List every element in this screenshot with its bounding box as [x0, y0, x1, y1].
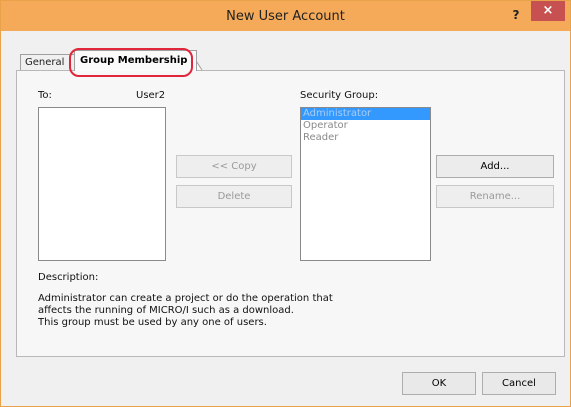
- security-group-item[interactable]: Operator: [301, 120, 430, 132]
- description-heading: Description:: [38, 272, 99, 283]
- copy-button[interactable]: << Copy: [176, 155, 292, 178]
- security-group-listbox[interactable]: Administrator Operator Reader: [300, 107, 431, 261]
- delete-button[interactable]: Delete: [176, 185, 292, 208]
- description-line: This group must be used by any one of us…: [38, 317, 267, 328]
- security-group-item[interactable]: Administrator: [301, 108, 430, 120]
- add-button[interactable]: Add...: [436, 155, 554, 178]
- to-label: To:: [38, 90, 52, 101]
- rename-button[interactable]: Rename...: [436, 185, 554, 208]
- security-group-item[interactable]: Reader: [301, 132, 430, 144]
- member-listbox[interactable]: [38, 107, 166, 261]
- security-group-label: Security Group:: [300, 90, 379, 101]
- cancel-button[interactable]: Cancel: [482, 372, 556, 395]
- user-name: User2: [136, 90, 166, 101]
- help-button[interactable]: ?: [505, 5, 527, 25]
- description-line: Administrator can create a project or do…: [38, 293, 333, 304]
- close-button[interactable]: ×: [531, 1, 565, 21]
- title-bar[interactable]: New User Account ? ×: [1, 1, 570, 31]
- ok-button[interactable]: OK: [402, 372, 476, 395]
- description-text: Administrator can create a project or do…: [38, 293, 348, 329]
- description-line: affects the running of MICRO/I such as a…: [38, 305, 294, 316]
- tab-highlight-annotation: [69, 48, 193, 77]
- dialog-title: New User Account: [226, 9, 345, 24]
